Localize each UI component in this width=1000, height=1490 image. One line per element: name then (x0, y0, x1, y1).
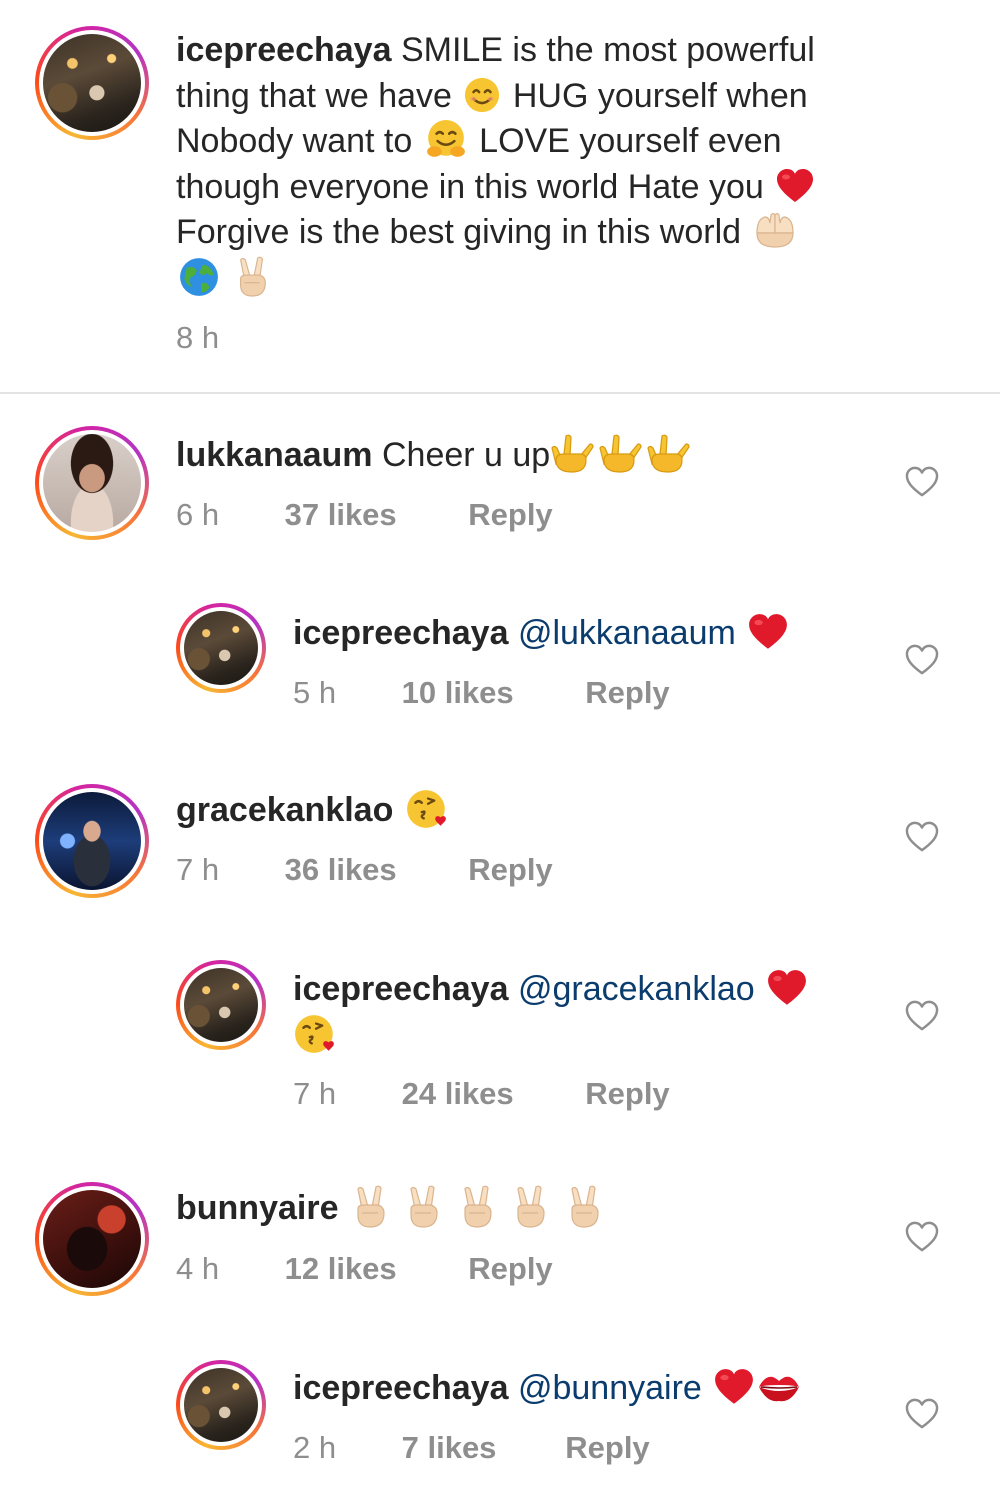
like-heart-icon[interactable] (905, 644, 939, 676)
like-heart-icon[interactable] (905, 1000, 939, 1032)
palms-up-together-icon (753, 211, 797, 251)
comment-reply-gracekanklao: icepreechaya @gracekanklao (293, 966, 810, 1058)
comment-meta: 4 h 12 likes Reply (176, 1251, 553, 1287)
like-heart-icon[interactable] (905, 1398, 939, 1430)
comment-avatar-lukkanaaum[interactable] (35, 426, 149, 540)
comment-time: 4 h (176, 1251, 220, 1286)
caption-line5: Forgive is the best giving in this world (176, 213, 742, 251)
comment-bunnyaire: bunnyaire (176, 1186, 606, 1231)
victory-hand-icon (403, 1185, 443, 1229)
red-heart-icon (766, 969, 808, 1007)
comment-reply-bunnyaire: icepreechaya @bunnyaire (293, 1366, 803, 1411)
comment-meta: 5 h 10 likes Reply (293, 675, 670, 711)
caption-username[interactable]: icepreechaya (176, 31, 392, 69)
comment-meta: 7 h 36 likes Reply (176, 852, 553, 888)
comment-likes[interactable]: 36 likes (285, 852, 460, 888)
comment-gracekanklao: gracekanklao (176, 788, 453, 833)
kissing-face-icon (405, 788, 451, 830)
caption-line1: SMILE is the most powerful (400, 31, 815, 69)
red-heart-icon (713, 1368, 755, 1406)
caption-line3b: LOVE yourself even (479, 122, 782, 160)
comment-username[interactable]: icepreechaya (293, 1369, 509, 1407)
comment-avatar-icepreechaya[interactable] (176, 603, 266, 693)
mention-link[interactable]: @bunnyaire (518, 1369, 702, 1407)
comment-lukkanaaum: lukkanaaum Cheer u up (176, 433, 692, 478)
kissing-face-icon (293, 1013, 339, 1055)
caption-meta: 8 h (176, 320, 219, 356)
like-heart-icon[interactable] (905, 1221, 939, 1253)
comment-username[interactable]: lukkanaaum (176, 436, 373, 474)
caption-text: icepreechaya SMILE is the most powerful … (176, 28, 916, 301)
reply-button[interactable]: Reply (468, 1251, 552, 1287)
like-heart-icon[interactable] (905, 466, 939, 498)
kiss-mark-icon (757, 1369, 801, 1405)
victory-hand-icon (510, 1185, 550, 1229)
comment-likes[interactable]: 10 likes (402, 675, 577, 711)
like-heart-icon[interactable] (905, 821, 939, 853)
comment-username[interactable]: gracekanklao (176, 791, 393, 829)
comment-avatar-bunnyaire[interactable] (35, 1182, 149, 1296)
red-heart-icon (775, 168, 815, 204)
globe-icon (178, 256, 220, 298)
mention-link[interactable]: @lukkanaaum (518, 614, 736, 652)
comment-avatar-icepreechaya[interactable] (176, 1360, 266, 1450)
victory-hand-icon (564, 1185, 604, 1229)
victory-hand-icon (233, 256, 271, 298)
comment-likes[interactable]: 7 likes (402, 1430, 557, 1466)
comment-time: 7 h (176, 852, 220, 887)
victory-hand-icon (457, 1185, 497, 1229)
comment-likes[interactable]: 12 likes (285, 1251, 460, 1287)
caption-line2a: thing that we have (176, 76, 452, 115)
comment-username[interactable]: icepreechaya (293, 614, 509, 652)
reply-button[interactable]: Reply (565, 1430, 649, 1466)
comment-meta: 6 h 37 likes Reply (176, 497, 553, 533)
caption-divider (0, 392, 1000, 394)
comment-meta: 7 h 24 likes Reply (293, 1076, 670, 1112)
caption-line4: though everyone in this world Hate you (176, 167, 764, 206)
comment-time: 2 h (293, 1430, 337, 1465)
red-heart-icon (747, 613, 789, 651)
comment-username[interactable]: icepreechaya (293, 970, 509, 1008)
smiling-face-icon (463, 76, 501, 114)
victory-hand-icon (350, 1185, 390, 1229)
love-you-gesture-icon (598, 434, 642, 474)
comment-time: 5 h (293, 675, 337, 710)
comment-likes[interactable]: 37 likes (285, 497, 460, 533)
mention-link[interactable]: @gracekanklao (518, 970, 755, 1008)
caption-time: 8 h (176, 320, 220, 355)
reply-button[interactable]: Reply (585, 675, 669, 711)
reply-button[interactable]: Reply (468, 852, 552, 888)
reply-button[interactable]: Reply (468, 497, 552, 533)
comment-username[interactable]: bunnyaire (176, 1189, 338, 1227)
comment-avatar-icepreechaya[interactable] (176, 960, 266, 1050)
caption-line2b: HUG yourself when (512, 76, 808, 115)
love-you-gesture-icon (646, 434, 690, 474)
comment-body: Cheer u up (381, 436, 551, 474)
comment-likes[interactable]: 24 likes (402, 1076, 577, 1112)
comment-meta: 2 h 7 likes Reply (293, 1430, 650, 1466)
caption-avatar[interactable] (35, 26, 149, 140)
comment-time: 6 h (176, 497, 220, 532)
reply-button[interactable]: Reply (585, 1076, 669, 1112)
caption-line3a: Nobody want to (176, 122, 413, 160)
comment-reply-lukkanaaum: icepreechaya @lukkanaaum (293, 611, 791, 656)
comments-screen: icepreechaya SMILE is the most powerful … (0, 0, 1000, 1490)
comment-time: 7 h (293, 1076, 337, 1111)
hugging-face-icon (424, 119, 468, 161)
comment-avatar-gracekanklao[interactable] (35, 784, 149, 898)
love-you-gesture-icon (550, 434, 594, 474)
